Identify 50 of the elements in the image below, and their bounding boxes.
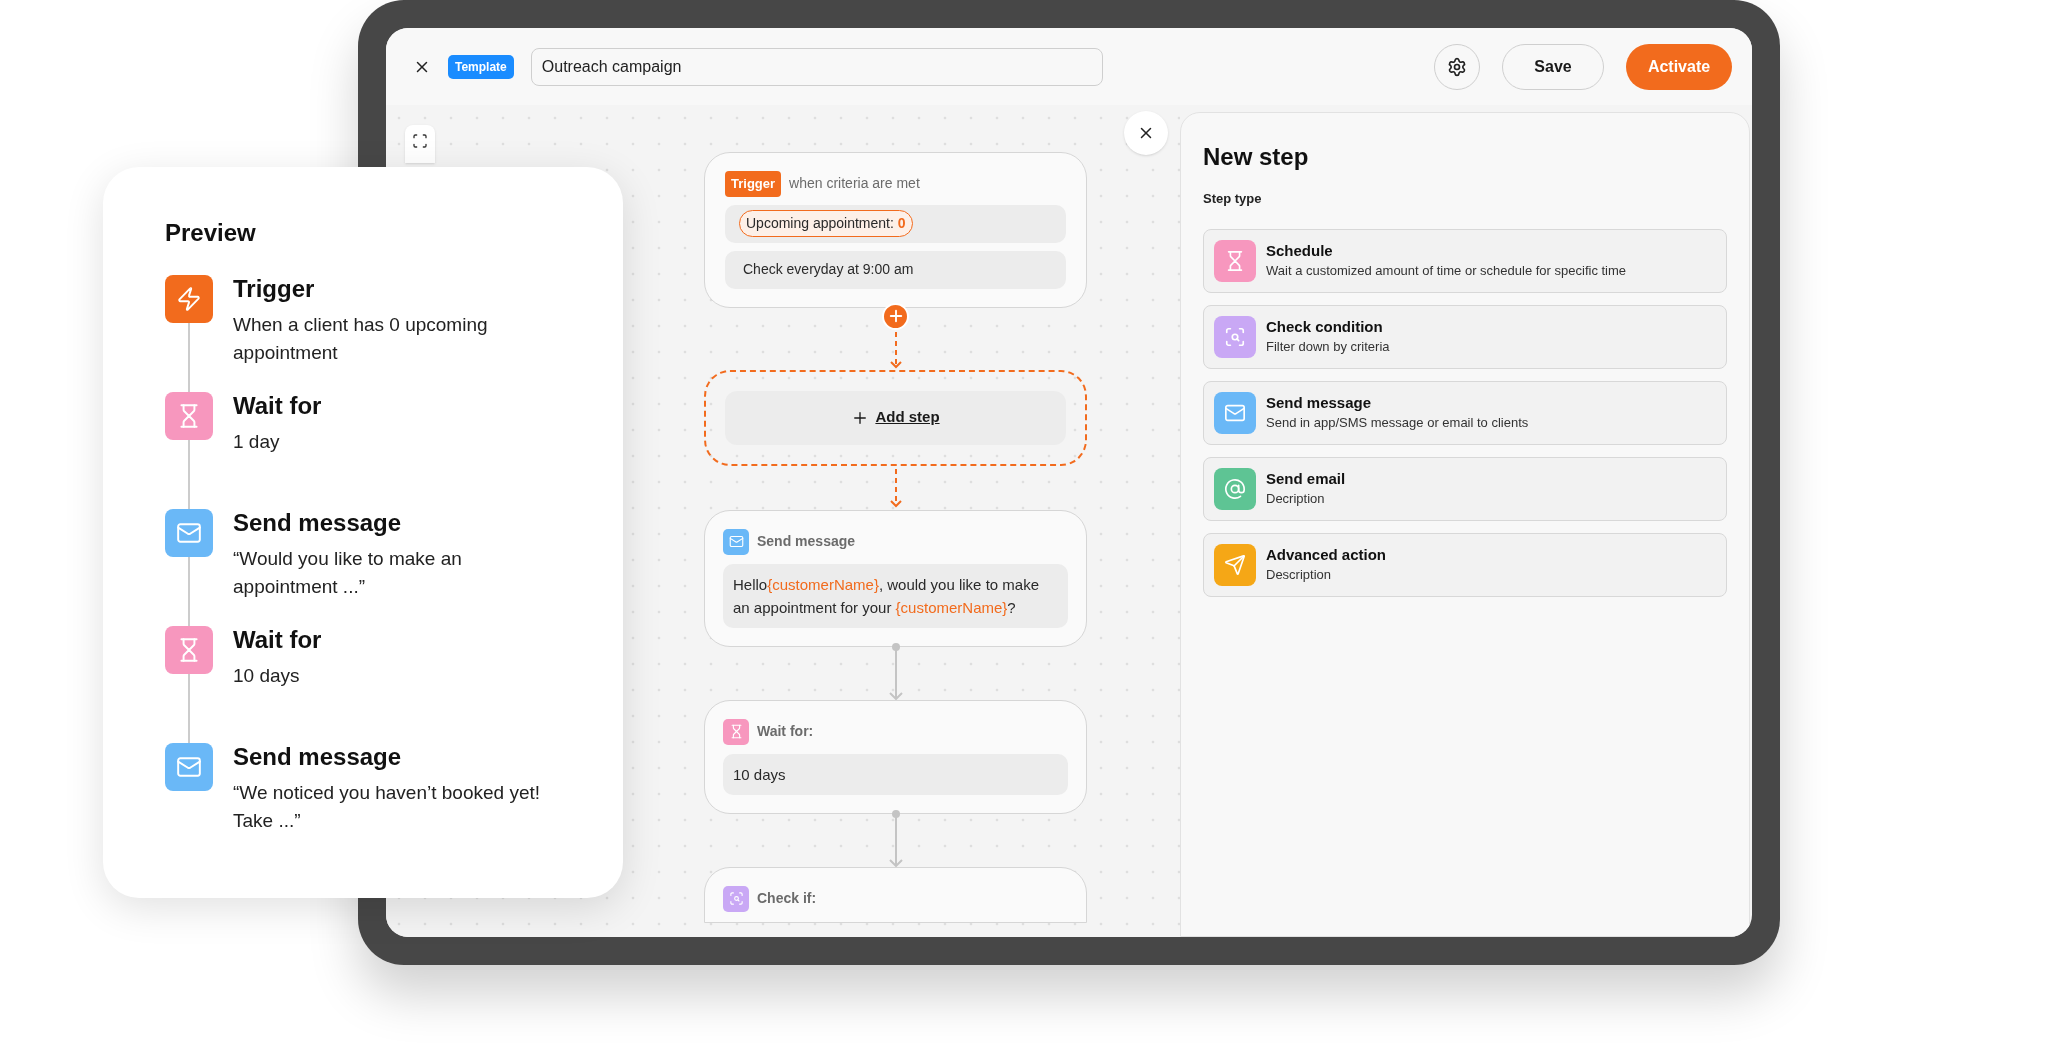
add-step-button[interactable]: Add step	[725, 390, 1066, 445]
paper-plane-icon	[1214, 543, 1256, 586]
hourglass-icon	[165, 392, 213, 440]
preview-step-text: 10 days	[233, 664, 301, 688]
preview-step-text: 1 day	[233, 430, 281, 454]
hourglass-icon	[1214, 239, 1256, 282]
envelope-icon	[165, 509, 213, 557]
envelope-icon	[723, 528, 749, 555]
connector-arrow	[888, 466, 903, 509]
step-type-option[interactable]: Send email Decription	[1203, 456, 1727, 521]
settings-icon	[1447, 56, 1467, 77]
magnifier-icon	[1214, 315, 1256, 358]
connector-arrow	[888, 809, 903, 867]
preview-step-text: “Would you like to make an appointment ...”	[233, 547, 463, 599]
envelope-icon	[165, 743, 213, 791]
section-label: Step type	[1203, 190, 1263, 208]
preview-step-title: Send message	[233, 743, 403, 771]
step-type-option[interactable]: Advanced action Description	[1203, 532, 1727, 597]
envelope-icon	[1214, 391, 1256, 434]
trigger-badge: Trigger	[725, 171, 782, 197]
fit-screen-button[interactable]	[405, 125, 435, 163]
step-title: Check if:	[757, 889, 817, 908]
campaign-name-field[interactable]: Outreach campaign	[530, 47, 1103, 86]
preview-step-title: Wait for	[233, 626, 323, 654]
step-content: Hello{customerName}, would you like to make an appointment for your {customerName}?	[723, 563, 1068, 628]
step-content: 10 days	[723, 753, 1068, 795]
step-type-option[interactable]: Schedule Wait a customized amount of time or schedule for specific time	[1203, 228, 1727, 293]
connector-arrow	[888, 642, 903, 700]
preview-step-title: Trigger	[233, 275, 316, 303]
preview-step-title: Wait for	[233, 392, 323, 420]
preview-title: Preview	[165, 218, 257, 248]
step-type-option[interactable]: Check condition Filter down by criteria	[1203, 304, 1727, 369]
hourglass-icon	[165, 626, 213, 674]
connector-arrow	[888, 329, 903, 370]
hourglass-icon	[723, 718, 749, 745]
lightning-icon	[165, 275, 213, 323]
step-title: Wait for:	[757, 722, 814, 741]
trigger-caption: when criteria are met	[789, 174, 920, 194]
preview-step-text: “We noticed you haven’t booked yet! Take ...”	[233, 781, 541, 833]
panel-title: New step	[1203, 142, 1310, 172]
template-badge: Template	[448, 54, 514, 79]
step-type-option[interactable]: Send message Send in app/SMS message or email to clients	[1203, 380, 1727, 445]
fit-screen-icon	[412, 133, 428, 149]
schedule-row: Check everyday at 9:00 am	[725, 250, 1066, 289]
at-sign-icon	[1214, 467, 1256, 510]
preview-step-text: When a client has 0 upcoming appointment	[233, 313, 489, 365]
preview-step-title: Send message	[233, 509, 403, 537]
step-title: Send message	[757, 532, 856, 551]
criteria-chip[interactable]: Upcoming appointment: 0	[739, 210, 913, 237]
magnifier-icon	[723, 885, 749, 912]
